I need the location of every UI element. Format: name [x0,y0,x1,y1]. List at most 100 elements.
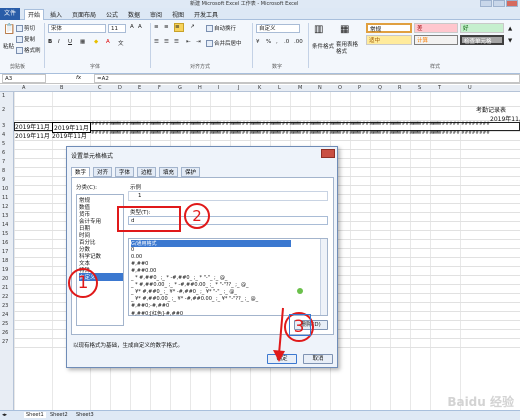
tab-data[interactable]: 数据 [128,10,140,19]
row-header[interactable]: 14 [2,222,8,228]
hash-cell[interactable]: ######## [431,131,460,136]
cut-button[interactable]: 剪切 [16,24,35,32]
row-header[interactable]: 5 [2,141,5,147]
row-header[interactable]: 22 [2,294,8,300]
row-header[interactable]: 27 [2,339,8,345]
column-header[interactable]: K [258,85,261,91]
row-header[interactable]: 12 [2,204,8,210]
style-bad[interactable]: 差 [414,23,458,33]
paste-label[interactable]: 粘贴 [3,42,14,50]
format-item[interactable]: _ * #,##0_ ;_ * -#,##0_ ;_ * "-"_ ;_ @_ [131,275,227,281]
dialog-tab-border[interactable]: 边框 [137,167,157,177]
style-check[interactable]: 检查单元格 [460,35,504,45]
cell-a3[interactable]: 2019年11月 [15,122,50,131]
align-top-icon[interactable]: ≡ [154,24,159,30]
copy-button[interactable]: 复制 [16,35,35,43]
row-header[interactable]: 10 [2,186,8,192]
tab-review[interactable]: 审阅 [150,10,162,19]
scroll-up-icon[interactable]: ▲ [508,26,512,32]
sheet-tab-2[interactable]: Sheet2 [50,412,68,418]
column-header[interactable]: T [438,85,441,91]
format-item[interactable]: #,##0 [131,261,148,267]
cell-b4[interactable]: 2019年11月 [52,131,87,140]
fill-color-icon[interactable]: ◆ [94,39,98,45]
align-left-icon[interactable]: ☰ [154,39,159,45]
column-header[interactable]: J [238,85,239,91]
column-header[interactable]: H [198,85,202,91]
column-header[interactable]: Q [378,85,382,91]
row-header[interactable]: 15 [2,231,8,237]
sheet-nav-icon[interactable]: ◂▸ [2,412,7,418]
row-header[interactable]: 1 [2,93,5,99]
row-header[interactable]: 18 [2,258,8,264]
shrink-font-icon[interactable]: A [138,24,142,30]
row-header[interactable]: 2 [2,107,5,113]
column-header[interactable]: M [298,85,302,91]
underline-icon[interactable]: U [68,39,72,45]
row-header[interactable]: 17 [2,249,8,255]
sheet-tab-1[interactable]: Sheet1 [24,412,46,418]
align-middle-icon[interactable]: ≡ [164,24,169,30]
row-header[interactable]: 24 [2,312,8,318]
orientation-icon[interactable]: ↗ [190,24,195,30]
column-header[interactable]: G [178,85,182,91]
format-list-scrollbar[interactable] [320,239,327,315]
row-header[interactable]: 7 [2,159,5,165]
format-item[interactable]: _ ¥* #,##0.00_ ;_ ¥* -#,##0.00_ ;_ ¥* "-… [131,296,258,302]
sheet-tab-3[interactable]: Sheet3 [76,412,94,418]
column-header[interactable]: N [318,85,322,91]
align-bottom-icon[interactable]: ≡ [174,23,184,32]
grow-font-icon[interactable]: A [130,24,134,30]
align-right-icon[interactable]: ☰ [174,39,179,45]
conditional-format-icon[interactable]: ▥ [314,24,323,35]
rotate-handle-icon[interactable] [297,288,303,294]
row-header[interactable]: 25 [2,321,8,327]
column-header[interactable]: P [358,85,361,91]
row-header[interactable]: 21 [2,285,8,291]
number-format-select[interactable]: 自定义 [256,24,300,33]
increase-decimal-icon[interactable]: .0 [284,39,289,45]
font-name-select[interactable]: 宋体 [48,24,106,33]
format-item[interactable]: #,##0.00 [131,268,156,274]
tab-page-layout[interactable]: 页面布局 [72,10,96,19]
column-header[interactable]: U [468,85,472,91]
column-header[interactable]: O [338,85,342,91]
row-header[interactable]: 3 [2,123,5,129]
tab-home[interactable]: 开始 [24,9,45,20]
tab-insert[interactable]: 插入 [50,10,62,19]
row-header[interactable]: 8 [2,168,5,174]
phonetic-icon[interactable]: 文 [118,39,124,47]
column-header[interactable]: E [138,85,141,91]
format-painter-button[interactable]: 格式刷 [16,46,41,54]
format-item[interactable]: #,##0;[红色]-#,##0 [131,310,183,317]
style-calc[interactable]: 计算 [414,35,458,45]
row-header[interactable]: 19 [2,267,8,273]
dialog-tab-fill[interactable]: 填充 [159,167,179,177]
font-size-select[interactable]: 11 [108,24,126,33]
format-item[interactable]: _ * #,##0.00_ ;_ * -#,##0.00_ ;_ * "-"??… [131,282,249,288]
fx-icon[interactable]: fx [76,75,81,81]
style-normal[interactable]: 常规 [366,23,412,33]
font-color-icon[interactable]: A [106,39,110,45]
dialog-tab-font[interactable]: 字体 [115,167,135,177]
row-header[interactable]: 23 [2,303,8,309]
column-header[interactable]: L [278,85,281,91]
column-header[interactable]: C [98,85,102,91]
table-format-icon[interactable]: ▦ [340,24,349,35]
format-list[interactable]: G/通用格式 0 0.00 #,##0 #,##0.00 _ * #,##0_ … [128,238,328,317]
row-header[interactable]: 6 [2,150,5,156]
column-header[interactable]: D [118,85,122,91]
tab-formulas[interactable]: 公式 [106,10,118,19]
align-center-icon[interactable]: ☰ [164,39,169,45]
indent-increase-icon[interactable]: ⇥ [196,39,201,45]
column-header[interactable]: S [418,85,421,91]
dialog-tab-number[interactable]: 数字 [71,167,91,177]
cell-a4[interactable]: 2019年11月 [15,131,50,140]
hash-cell[interactable]: ######## [461,122,490,127]
bold-icon[interactable]: B [48,39,52,45]
format-item[interactable]: G/通用格式 [131,240,291,247]
maximize-icon[interactable] [493,0,505,7]
hash-cell[interactable]: ######## [461,131,490,136]
format-item[interactable]: 0 [131,247,134,253]
merge-center-button[interactable]: 合并后居中 [206,39,242,47]
